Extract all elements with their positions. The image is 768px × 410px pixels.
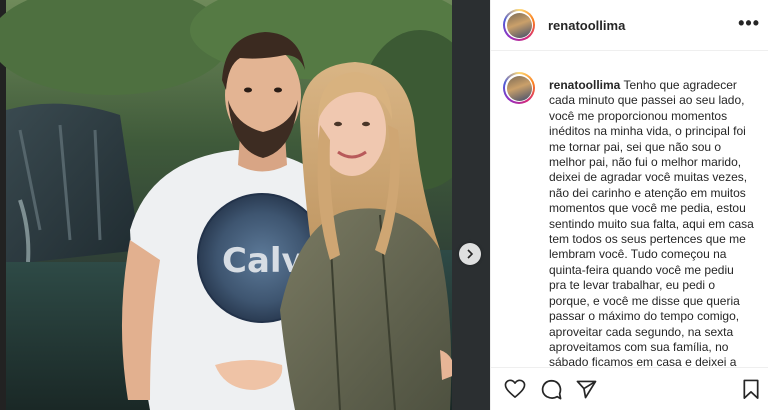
avatar-image — [506, 75, 532, 101]
next-photo-button[interactable] — [459, 243, 481, 265]
caption-text: renatoollima Tenho que agradecer cada mi… — [549, 78, 754, 374]
post-side-panel: renatoollima ••• renatoollima Tenho que … — [490, 0, 768, 410]
avatar-image — [506, 12, 532, 38]
chevron-right-icon — [467, 249, 474, 259]
comment-icon[interactable] — [541, 379, 562, 400]
caption-body: Tenho que agradecer cada minuto que pass… — [549, 78, 754, 370]
heart-icon[interactable] — [504, 379, 526, 399]
caption-avatar[interactable] — [503, 72, 535, 104]
post-photo[interactable]: Calv — [0, 0, 490, 410]
bookmark-icon[interactable] — [742, 379, 760, 400]
more-options-icon[interactable]: ••• — [738, 14, 760, 32]
caption: renatoollima Tenho que agradecer cada mi… — [503, 72, 758, 374]
post-header: renatoollima ••• — [491, 0, 768, 51]
header-username[interactable]: renatoollima — [548, 18, 625, 33]
caption-username[interactable]: renatoollima — [549, 78, 620, 92]
paper-plane-icon[interactable] — [576, 380, 597, 399]
photo-image: Calv — [0, 0, 490, 410]
avatar[interactable] — [503, 9, 535, 41]
action-bar — [491, 367, 768, 410]
